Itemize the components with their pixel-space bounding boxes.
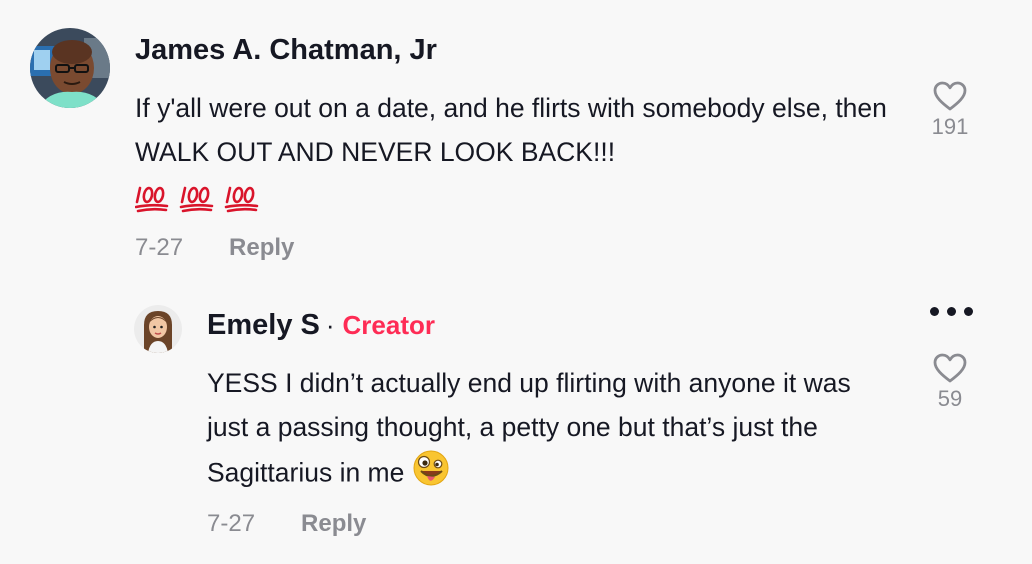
comment-body: If y'all were out on a date, and he flir…	[135, 93, 887, 167]
comment-author[interactable]: James A. Chatman, Jr	[135, 34, 437, 67]
reply-author-row: Emely S · Creator	[207, 309, 435, 342]
reply-body: YESS I didn’t actually end up flirting w…	[207, 368, 851, 488]
like-count: 59	[937, 386, 963, 411]
bitmoji-avatar	[134, 305, 182, 353]
separator: ·	[325, 310, 335, 340]
like-button[interactable]: 191	[920, 80, 980, 140]
comment-text: If y'all were out on a date, and he flir…	[134, 86, 905, 218]
like-button[interactable]: 59	[920, 352, 980, 412]
reply-button[interactable]: Reply	[229, 234, 294, 261]
zany-face-icon	[413, 450, 449, 486]
hundred-points-emoji	[134, 181, 261, 213]
avatar-photo	[30, 28, 110, 108]
comment-date: 7-27	[135, 234, 184, 261]
ellipsis-icon[interactable]	[930, 303, 974, 319]
comment-meta: 7-27 Reply	[135, 234, 294, 262]
avatar[interactable]	[134, 305, 182, 353]
heart-icon	[933, 353, 967, 383]
hundred-points-icon	[134, 186, 259, 213]
zany-face-emoji	[412, 449, 450, 500]
avatar[interactable]	[30, 28, 110, 108]
reply-meta: 7-27 Reply	[207, 510, 366, 538]
reply-button[interactable]: Reply	[301, 510, 366, 537]
like-count: 191	[931, 114, 969, 139]
heart-icon	[933, 81, 967, 111]
reply-author[interactable]: Emely S	[207, 309, 320, 341]
creator-badge: Creator	[342, 310, 435, 340]
reply-date: 7-27	[207, 510, 256, 537]
reply-text: YESS I didn’t actually end up flirting w…	[207, 361, 897, 500]
